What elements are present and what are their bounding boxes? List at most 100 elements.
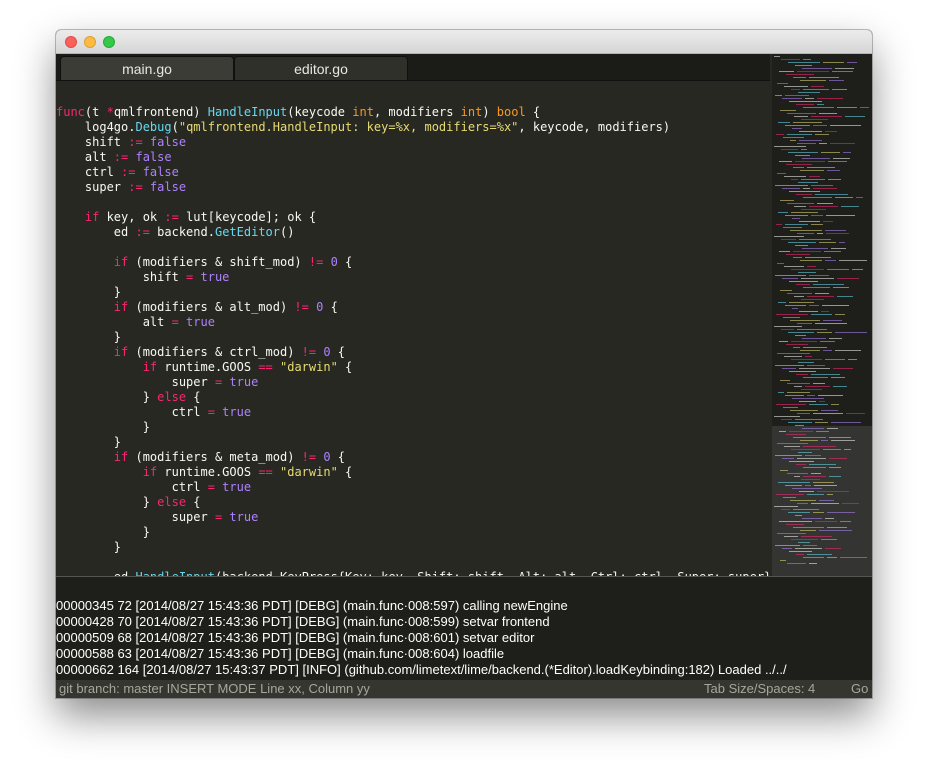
minimap-stripe (793, 527, 824, 528)
minimap-stripe (781, 419, 792, 420)
tab-editor-go[interactable]: editor.go (234, 56, 408, 80)
code-line[interactable]: if (modifiers & meta_mod) != 0 { (56, 450, 770, 465)
minimap-stripe (803, 197, 832, 198)
code-line[interactable]: super := false (56, 180, 770, 195)
code-line[interactable] (56, 195, 770, 210)
minimap-stripe (776, 224, 782, 225)
code-line[interactable]: ctrl = true (56, 405, 770, 420)
code-line[interactable]: alt := false (56, 150, 770, 165)
code-line[interactable]: if (modifiers & ctrl_mod) != 0 { (56, 345, 770, 360)
code-line[interactable]: if runtime.GOOS == "darwin" { (56, 360, 770, 375)
minimap-stripe (815, 194, 848, 195)
minimap-stripe (789, 461, 814, 462)
code-line[interactable]: } else { (56, 495, 770, 510)
minimap-stripe (801, 479, 820, 480)
code-line[interactable]: shift = true (56, 270, 770, 285)
minimap-stripe (818, 395, 843, 396)
minimap[interactable] (772, 54, 872, 576)
minimap-stripe (787, 134, 812, 135)
minimize-window-button[interactable] (84, 36, 96, 48)
minimap-stripe (805, 257, 831, 258)
minimap-stripe (795, 155, 810, 156)
minimap-stripe (830, 125, 861, 126)
minimap-stripe (794, 386, 802, 387)
zoom-window-button[interactable] (103, 36, 115, 48)
code-line[interactable]: } (56, 525, 770, 540)
code-line[interactable]: } (56, 330, 770, 345)
minimap-stripe (795, 335, 806, 336)
minimap-stripe (800, 80, 826, 81)
code-line[interactable]: if (modifiers & alt_mod) != 0 { (56, 300, 770, 315)
minimap-stripe (781, 149, 798, 150)
status-tab-size[interactable]: Tab Size/Spaces: 4 (704, 680, 815, 698)
code-line[interactable]: } else { (56, 390, 770, 405)
minimap-stripe (791, 179, 798, 180)
code-line[interactable]: ed := backend.GetEditor() (56, 225, 770, 240)
code-line[interactable]: log4go.Debug("qmlfrontend.HandleInput: k… (56, 120, 770, 135)
minimap-stripe (782, 98, 802, 99)
console-panel[interactable]: 00000345 72 [2014/08/27 15:43:36 PDT] [D… (56, 576, 872, 681)
minimap-stripe (813, 482, 834, 483)
close-window-button[interactable] (65, 36, 77, 48)
minimap-stripe (780, 380, 790, 381)
code-line[interactable]: } (56, 435, 770, 450)
minimap-stripe (829, 476, 841, 477)
minimap-stripe (831, 404, 839, 405)
code-line[interactable]: if (modifiers & shift_mod) != 0 { (56, 255, 770, 270)
code-line[interactable]: shift := false (56, 135, 770, 150)
code-line[interactable]: super = true (56, 375, 770, 390)
minimap-stripe (800, 440, 818, 441)
minimap-stripe (802, 68, 832, 69)
code-line[interactable]: super = true (56, 510, 770, 525)
minimap-stripe (840, 521, 851, 522)
code-line[interactable]: ctrl = true (56, 480, 770, 495)
minimap-stripe (795, 548, 822, 549)
code-line[interactable] (56, 90, 770, 105)
minimap-stripe (799, 311, 818, 312)
minimap-stripe (825, 518, 834, 519)
minimap-stripe (781, 509, 790, 510)
code-line[interactable]: } (56, 540, 770, 555)
minimap-stripe (797, 323, 812, 324)
code-view[interactable]: func(t *qmlfrontend) HandleInput(keycode… (56, 90, 770, 576)
minimap-stripe (796, 284, 810, 285)
minimap-stripe (789, 431, 813, 432)
status-syntax[interactable]: Go (851, 680, 868, 698)
code-line[interactable]: } (56, 420, 770, 435)
minimap-stripe (803, 377, 828, 378)
code-line[interactable]: alt = true (56, 315, 770, 330)
minimap-stripe (805, 455, 821, 456)
minimap-stripe (790, 320, 820, 321)
code-line[interactable]: ctrl := false (56, 165, 770, 180)
minimap-stripe (825, 359, 845, 360)
code-line[interactable]: if key, ok := lut[keycode]; ok { (56, 210, 770, 225)
minimap-stripe (798, 542, 810, 543)
minimap-stripe (788, 62, 820, 63)
code-line[interactable] (56, 555, 770, 570)
minimap-stripe (827, 428, 838, 429)
minimap-stripe (781, 329, 794, 330)
minimap-stripe (795, 65, 812, 66)
minimap-stripe (831, 422, 861, 423)
minimap-stripe (782, 188, 800, 189)
minimap-stripe (796, 104, 814, 105)
minimap-stripe (795, 161, 825, 162)
minimap-stripe (774, 326, 802, 327)
minimap-stripe (779, 251, 790, 252)
code-line[interactable]: if runtime.GOOS == "darwin" { (56, 465, 770, 480)
code-line[interactable] (56, 240, 770, 255)
minimap-stripe (795, 425, 804, 426)
code-line[interactable]: func(t *qmlfrontend) HandleInput(keycode… (56, 105, 770, 120)
minimap-stripe (805, 98, 814, 99)
minimap-stripe (797, 143, 816, 144)
tab-main-go[interactable]: main.go (60, 56, 234, 80)
minimap-stripe (797, 71, 829, 72)
minimap-stripe (778, 302, 786, 303)
minimap-stripe (784, 266, 804, 267)
code-line[interactable]: } (56, 285, 770, 300)
minimap-stripe (783, 317, 800, 318)
minimap-stripe (799, 491, 814, 492)
minimap-stripe (833, 158, 850, 159)
minimap-stripe (786, 434, 806, 435)
minimap-stripe (796, 194, 812, 195)
